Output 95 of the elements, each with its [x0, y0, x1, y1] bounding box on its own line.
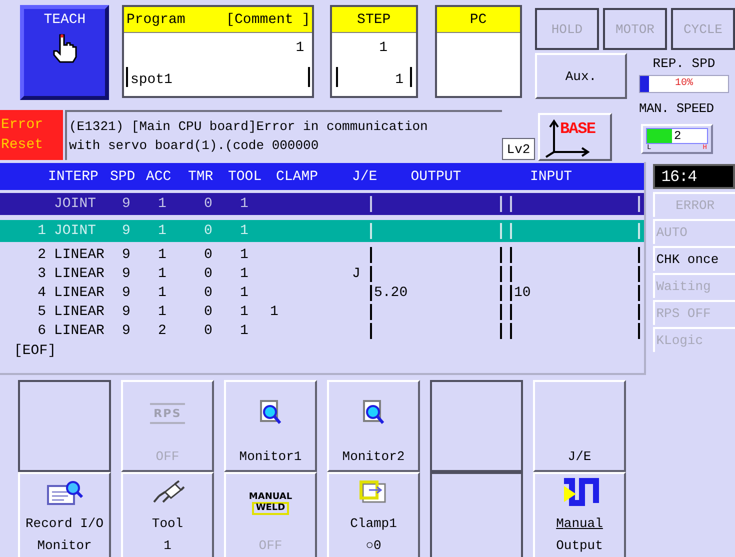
manual-speed-label: MAN. SPEED: [639, 102, 714, 118]
table-cell: 9: [122, 284, 130, 300]
step-number: 1: [379, 41, 388, 58]
manual-label: MANUAL: [248, 492, 292, 502]
status-indicator: ERROR: [653, 192, 735, 217]
status-indicator: AUTO: [653, 219, 735, 244]
function-key[interactable]: Manual Output: [533, 472, 626, 557]
step-number-cell: 5: [38, 304, 46, 318]
table-cell: 1: [158, 196, 166, 212]
magnifier-document-icon: [258, 399, 284, 427]
comment-header: [Comment ]: [226, 12, 310, 26]
table-row[interactable]: JOINT 9 1 0 1: [0, 193, 644, 215]
plug-icon: [150, 480, 184, 506]
table-cell: 1: [240, 284, 248, 300]
step-header: STEP: [357, 12, 391, 26]
column-header: INTERP: [48, 168, 98, 184]
table-cell: LINEAR: [54, 284, 104, 300]
rps-label: RPS: [150, 402, 186, 424]
weld-label: WELD: [252, 502, 290, 514]
clamp-icon: [358, 480, 388, 506]
comment-field: spot1: [126, 67, 310, 87]
table-cell: 1: [158, 223, 166, 239]
status-indicator: CHK once: [653, 246, 735, 271]
table-cell: JOINT: [54, 196, 96, 212]
column-header: INPUT: [530, 168, 572, 184]
function-key[interactable]: Clamp1 ○0: [327, 472, 420, 557]
table-cell: 0: [204, 246, 212, 262]
error-message: (E1321) [Main CPU board]Error in communication with servo board(1).(code 000000: [65, 110, 502, 160]
table-cell: LINEAR: [54, 246, 104, 262]
table-cell: 1: [240, 223, 248, 239]
level-badge: Lv2: [502, 138, 535, 160]
table-cell: J: [352, 266, 360, 282]
column-header: SPD: [110, 168, 136, 184]
table-cell: 9: [122, 322, 130, 338]
table-cell: 0: [204, 304, 212, 320]
table-cell: 1: [240, 322, 248, 338]
column-header: TMR: [188, 168, 214, 184]
pointing-hand-icon: [50, 33, 79, 63]
teach-button[interactable]: TEACH: [20, 5, 110, 100]
table-cell: 9: [122, 223, 130, 239]
table-cell: 9: [122, 196, 130, 212]
table-cell: 1: [158, 304, 166, 320]
step-number-cell: 6: [38, 324, 46, 338]
rep-speed-label: REP. SPD: [652, 57, 716, 73]
table-cell: 0: [204, 284, 212, 300]
table-cell: 1: [158, 246, 166, 262]
table-cell: 1: [158, 284, 166, 300]
input-field: 10: [510, 284, 640, 300]
status-indicator: KLogic: [653, 327, 735, 352]
step-number-cell: 1: [38, 224, 46, 238]
end-marker: [EOF]: [14, 344, 56, 358]
aux-button[interactable]: Aux.: [534, 53, 627, 99]
speed-value: 2: [674, 130, 682, 142]
function-key[interactable]: J/E: [533, 380, 626, 472]
table-cell: 0: [204, 196, 212, 212]
function-key[interactable]: Monitor1: [224, 380, 317, 472]
output-field: 5.20: [370, 284, 502, 300]
table-cell: LINEAR: [54, 266, 104, 282]
column-header: CLAMP: [276, 168, 318, 184]
table-cell: LINEAR: [54, 304, 104, 320]
status-indicator: Waiting: [653, 273, 735, 298]
table-cell: 0: [204, 322, 212, 338]
column-header: J/E: [352, 168, 378, 184]
column-header: ACC: [146, 168, 172, 184]
magnifier-document-icon: [46, 480, 84, 506]
rep-speed-bar: 10%: [638, 75, 729, 93]
function-key[interactable]: Tool 1: [121, 472, 214, 557]
step-number-cell: 2: [38, 248, 46, 262]
table-cell: 1: [240, 246, 248, 262]
column-header: OUTPUT: [410, 168, 462, 184]
table-cell: 1: [270, 304, 278, 320]
table-cell: 1: [240, 304, 248, 320]
column-header: TOOL: [228, 168, 262, 184]
clock: 16:4: [653, 164, 735, 189]
pc-header: PC: [470, 12, 487, 26]
table-cell: LINEAR: [54, 322, 104, 338]
table-cell: JOINT: [54, 223, 96, 239]
table-cell: 1: [158, 266, 166, 282]
table-cell: 0: [204, 223, 212, 239]
step-number-cell: 4: [38, 286, 46, 300]
function-key[interactable]: Record I/O Monitor: [18, 472, 111, 557]
table-cell: 1: [240, 266, 248, 282]
table-cell: 0: [204, 266, 212, 282]
program-header: Program: [126, 12, 186, 26]
step-number-cell: 3: [38, 266, 46, 280]
table-cell: 9: [122, 304, 130, 320]
table-cell: 9: [122, 266, 130, 282]
table-cell: 9: [122, 246, 130, 262]
table-cell: 2: [158, 322, 166, 338]
step-total-field: 1: [336, 67, 412, 87]
program-number: 1: [296, 41, 304, 58]
status-indicator: RPS OFF: [653, 300, 735, 325]
function-key[interactable]: Monitor2: [327, 380, 420, 472]
table-cell: 1: [240, 196, 248, 212]
magnifier-document-icon: [360, 399, 386, 427]
